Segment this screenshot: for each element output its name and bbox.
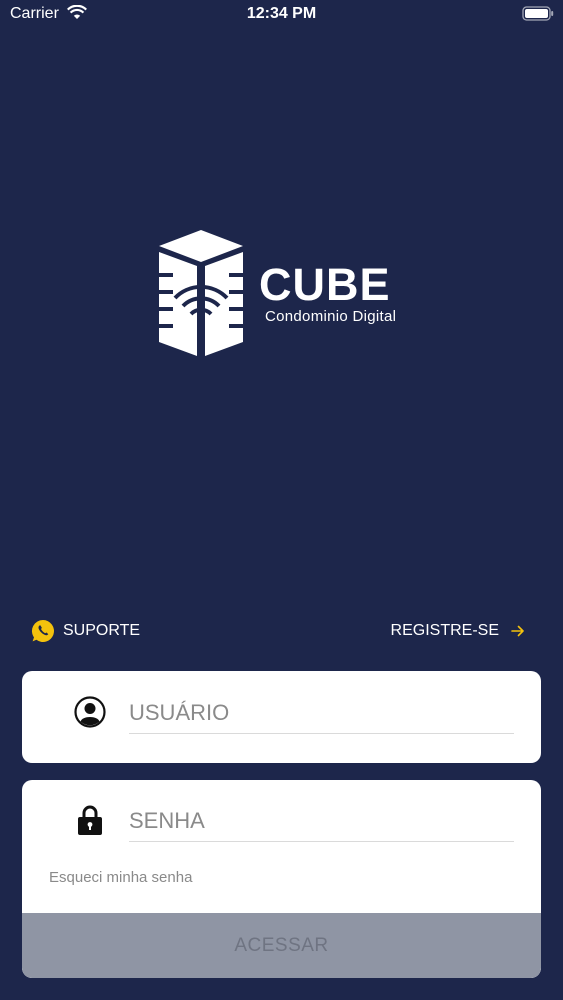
support-link[interactable]: SUPORTE — [31, 619, 140, 643]
lock-icon — [78, 805, 102, 835]
logo-tagline: Condominio Digital — [265, 308, 397, 325]
user-icon — [74, 696, 106, 728]
password-card: Esqueci minha senha ACESSAR — [22, 780, 541, 978]
support-label: SUPORTE — [63, 622, 141, 639]
battery-icon — [522, 6, 554, 21]
cube-building-icon — [159, 230, 243, 356]
arrow-right-icon — [511, 625, 524, 637]
whatsapp-icon — [31, 619, 54, 642]
cube-logo: CUBE Condominio Digital — [155, 228, 410, 360]
password-input[interactable] — [129, 801, 514, 842]
logo-wordmark: CUBE — [259, 259, 391, 310]
clock: 12:34 PM — [246, 5, 317, 22]
status-bar: Carrier 12:34 PM — [0, 0, 563, 30]
register-label: REGISTRE-SE — [390, 622, 499, 639]
register-link[interactable]: REGISTRE-SE — [391, 619, 525, 643]
username-card — [22, 671, 541, 763]
username-input[interactable] — [129, 693, 514, 734]
login-button[interactable]: ACESSAR — [22, 913, 541, 978]
forgot-password-link[interactable]: Esqueci minha senha — [49, 869, 192, 886]
